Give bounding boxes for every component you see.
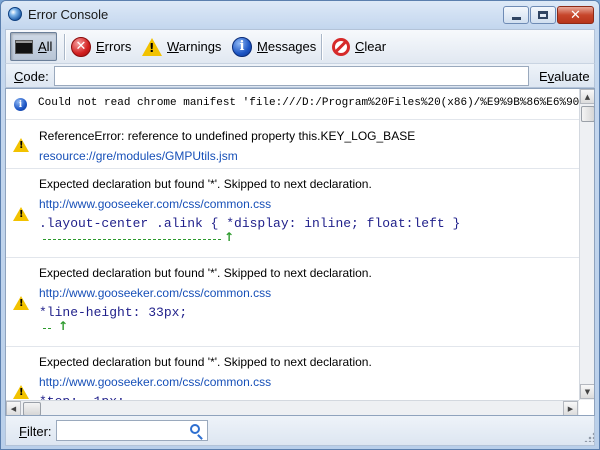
list-item[interactable]: Expected declaration but found '*'. Skip… (6, 169, 579, 258)
error-underline (43, 239, 221, 240)
message-text: Could not read chrome manifest 'file:///… (38, 97, 594, 109)
message-text: Expected declaration but found '*'. Skip… (39, 177, 372, 191)
close-icon: ✕ (570, 7, 581, 23)
filter-warnings-label: Warnings (167, 39, 222, 54)
source-link[interactable]: http://www.gooseeker.com/css/common.css (39, 286, 271, 300)
scroll-down-button[interactable]: ▼ (580, 384, 594, 399)
message-text: Expected declaration but found '*'. Skip… (39, 266, 372, 280)
error-icon: ✕ (71, 36, 91, 57)
search-icon[interactable] (190, 424, 200, 434)
warning-icon (13, 138, 29, 152)
filter-warnings-button[interactable]: Warnings (138, 32, 225, 61)
warning-icon (13, 385, 29, 399)
vertical-scrollbar[interactable]: ▲ ▼ (579, 89, 594, 400)
maximize-icon (538, 11, 548, 19)
source-link[interactable]: http://www.gooseeker.com/css/common.css (39, 197, 271, 211)
filter-all-button[interactable]: All (10, 32, 58, 61)
minimize-button[interactable] (503, 6, 529, 24)
vertical-scroll-thumb[interactable] (581, 106, 594, 122)
toolbar-separator (321, 34, 322, 60)
code-row: Code: Evaluate (5, 63, 595, 88)
evaluate-button[interactable]: Evaluate (539, 69, 590, 84)
filter-messages-button[interactable]: i Messages (228, 32, 320, 61)
info-icon: i (14, 98, 27, 111)
horizontal-scroll-thumb[interactable] (23, 402, 41, 415)
list-item[interactable]: Expected declaration but found '*'. Skip… (6, 347, 579, 409)
message-text: ReferenceError: reference to undefined p… (39, 129, 416, 143)
scroll-up-button[interactable]: ▲ (580, 89, 594, 104)
message-list[interactable]: i Could not read chrome manifest 'file:/… (5, 88, 595, 416)
list-item[interactable]: i Could not read chrome manifest 'file:/… (6, 89, 594, 120)
filter-errors-button[interactable]: ✕ Errors (67, 32, 135, 61)
filter-all-label: All (38, 39, 53, 54)
filter-messages-label: Messages (257, 39, 317, 54)
scroll-left-button[interactable]: ◀ (6, 401, 21, 415)
resize-grip[interactable] (584, 432, 594, 442)
source-code-line: *line-height: 33px; (39, 305, 188, 320)
message-text: Expected declaration but found '*'. Skip… (39, 355, 372, 369)
clear-button[interactable]: Clear (328, 32, 390, 61)
error-underline (43, 328, 51, 329)
filter-errors-label: Errors (96, 39, 132, 54)
warning-icon (142, 37, 162, 56)
console-icon (15, 39, 33, 54)
error-caret-icon: ↑ (224, 230, 235, 244)
filter-row: Filter: (5, 416, 595, 446)
close-button[interactable]: ✕ (557, 6, 594, 24)
error-caret-icon: ↑ (58, 319, 69, 333)
app-globe-icon (8, 7, 22, 21)
list-item[interactable]: Expected declaration but found '*'. Skip… (6, 258, 579, 347)
scroll-right-button[interactable]: ▶ (563, 401, 578, 415)
filter-input[interactable] (56, 420, 208, 441)
title-bar[interactable]: Error Console ✕ (1, 1, 599, 29)
maximize-button[interactable] (530, 6, 556, 24)
horizontal-scrollbar[interactable]: ◀ ▶ (6, 400, 579, 415)
list-item[interactable]: ReferenceError: reference to undefined p… (6, 120, 579, 169)
window-title: Error Console (28, 7, 109, 22)
clear-label: Clear (355, 39, 387, 54)
source-link[interactable]: http://www.gooseeker.com/css/common.css (39, 375, 271, 389)
filter-label: Filter: (19, 424, 52, 439)
warning-icon (13, 296, 29, 310)
minimize-icon (511, 16, 521, 20)
code-input[interactable] (54, 66, 529, 86)
warning-icon (13, 207, 29, 221)
error-console-window: Error Console ✕ All ✕ Errors Warnings i … (0, 0, 600, 450)
source-link[interactable]: resource://gre/modules/GMPUtils.jsm (39, 149, 238, 163)
info-icon: i (232, 36, 252, 57)
clear-icon (332, 37, 350, 56)
toolbar: All ✕ Errors Warnings i Messages Clear (5, 29, 595, 63)
code-label: Code: (14, 69, 49, 84)
toolbar-separator (64, 34, 65, 60)
source-code-line: .layout-center .alink { *display: inline… (39, 216, 461, 231)
